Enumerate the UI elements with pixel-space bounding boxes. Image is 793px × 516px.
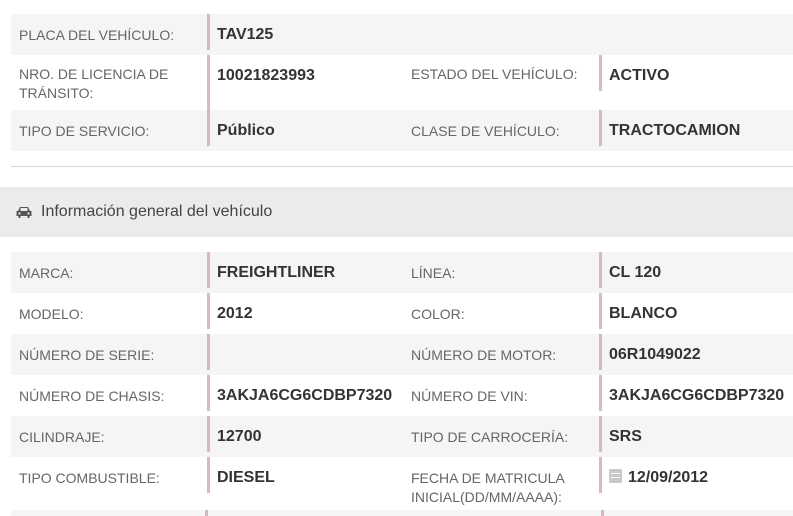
next-row-fragment [0, 510, 793, 516]
value-bar [207, 252, 210, 288]
carroceria-value: SRS [599, 416, 793, 457]
value-bar [599, 252, 602, 288]
chasis-value-text: 3AKJA6CG6CDBP7320 [217, 387, 393, 404]
value-bar [207, 110, 210, 146]
marca-value-text: FREIGHTLINER [217, 264, 336, 281]
combustible-value: DIESEL [207, 457, 403, 510]
matricula-value-text: 12/09/2012 [628, 469, 709, 486]
class-value-text: TRACTOCAMION [609, 122, 741, 139]
value-bar [599, 416, 602, 452]
row-plate: PLACA DEL VEHÍCULO: TAV125 [11, 14, 793, 55]
motor-value-text: 06R1049022 [609, 346, 701, 363]
value-bar [207, 334, 210, 370]
value-bar [207, 293, 210, 329]
linea-value-text: CL 120 [609, 264, 662, 281]
car-icon [15, 205, 33, 219]
value-bar [207, 375, 210, 411]
motor-label: NÚMERO DE MOTOR: [411, 347, 557, 363]
plate-label: PLACA DEL VEHÍCULO: [19, 27, 175, 43]
vehicle-info-panel: PLACA DEL VEHÍCULO: TAV125 NRO. DE LICEN… [0, 0, 793, 516]
row-service: TIPO DE SERVICIO: Público CLASE DE VEHÍC… [11, 110, 793, 151]
modelo-value-text: 2012 [217, 305, 253, 322]
state-value: ACTIVO [599, 55, 793, 110]
combustible-label: TIPO COMBUSTIBLE: [19, 470, 160, 486]
section-header-general[interactable]: Información general del vehículo [0, 187, 793, 237]
value-bar [599, 293, 602, 329]
value-bar [599, 110, 602, 146]
row-cilindraje: CILINDRAJE: 12700 TIPO DE CARROCERÍA: SR… [11, 416, 793, 457]
carroceria-label: TIPO DE CARROCERÍA: [411, 429, 569, 445]
value-bar [599, 55, 602, 91]
section-title: Información general del vehículo [41, 203, 273, 220]
marca-label: MARCA: [19, 265, 74, 281]
modelo-label: MODELO: [19, 306, 84, 322]
license-label: NRO. DE LICENCIA DE TRÁNSITO: [19, 66, 169, 101]
combustible-value-text: DIESEL [217, 469, 275, 486]
color-label: COLOR: [411, 306, 465, 322]
carroceria-value-text: SRS [609, 428, 642, 445]
marca-value: FREIGHTLINER [207, 252, 403, 293]
cilindraje-value-text: 12700 [217, 428, 262, 445]
linea-value: CL 120 [599, 252, 793, 293]
matricula-label: FECHA DE MATRICULA INICIAL(DD/MM/AAAA): [411, 470, 564, 505]
state-value-text: ACTIVO [609, 67, 670, 84]
service-value: Público [207, 110, 403, 151]
plate-value: TAV125 [207, 14, 793, 55]
class-value: TRACTOCAMION [599, 110, 793, 151]
class-label: CLASE DE VEHÍCULO: [411, 123, 560, 139]
calendar-icon [609, 469, 622, 483]
row-combustible: TIPO COMBUSTIBLE: DIESEL FECHA DE MATRIC… [11, 457, 793, 510]
value-bar [599, 457, 602, 493]
row-modelo: MODELO: 2012 COLOR: BLANCO [11, 293, 793, 334]
vin-label: NÚMERO DE VIN: [411, 388, 528, 404]
value-bar [207, 55, 210, 110]
serie-value [207, 334, 403, 375]
chasis-value: 3AKJA6CG6CDBP7320 [207, 375, 403, 416]
row-marca: MARCA: FREIGHTLINER LÍNEA: CL 120 [11, 252, 793, 293]
row-license: NRO. DE LICENCIA DE TRÁNSITO: 1002182399… [11, 55, 793, 110]
divider [11, 166, 793, 167]
chasis-label: NÚMERO DE CHASIS: [19, 388, 165, 404]
linea-label: LÍNEA: [411, 265, 456, 281]
license-value-text: 10021823993 [217, 67, 315, 84]
cilindraje-value: 12700 [207, 416, 403, 457]
license-value: 10021823993 [207, 55, 403, 110]
vin-value: 3AKJA6CG6CDBP7320 [599, 375, 793, 416]
state-label: ESTADO DEL VEHÍCULO: [411, 66, 578, 82]
value-bar [599, 375, 602, 411]
plate-value-text: TAV125 [217, 26, 274, 43]
row-chasis: NÚMERO DE CHASIS: 3AKJA6CG6CDBP7320 NÚME… [11, 375, 793, 416]
matricula-value: 12/09/2012 [599, 457, 793, 510]
value-bar [207, 14, 210, 50]
row-serie: NÚMERO DE SERIE: NÚMERO DE MOTOR: 06R104… [11, 334, 793, 375]
service-label: TIPO DE SERVICIO: [19, 123, 150, 139]
vin-value-text: 3AKJA6CG6CDBP7320 [609, 387, 785, 404]
modelo-value: 2012 [207, 293, 403, 334]
color-value: BLANCO [599, 293, 793, 334]
value-bar [207, 457, 210, 493]
cilindraje-label: CILINDRAJE: [19, 429, 105, 445]
service-value-text: Público [217, 122, 275, 139]
serie-label: NÚMERO DE SERIE: [19, 347, 155, 363]
value-bar [207, 416, 210, 452]
value-bar [599, 334, 602, 370]
color-value-text: BLANCO [609, 305, 678, 322]
motor-value: 06R1049022 [599, 334, 793, 375]
